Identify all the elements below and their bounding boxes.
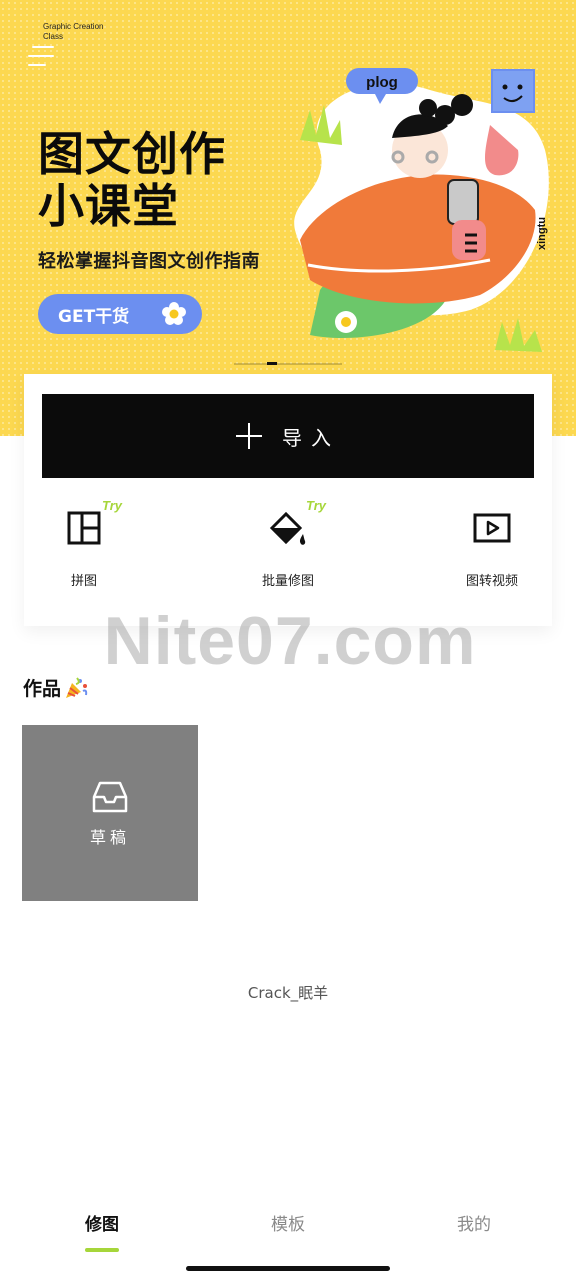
tool-batch-edit-label: 批量修图 <box>261 574 314 589</box>
banner-title-line-1: 图文创作 <box>38 127 226 181</box>
home-indicator <box>186 1266 390 1271</box>
tab-templates[interactable]: 模板 <box>238 1210 338 1235</box>
bottom-tab-bar: 修图 模板 我的 <box>0 1196 576 1256</box>
inbox-icon <box>92 781 128 813</box>
import-button[interactable]: 导入 <box>42 394 534 478</box>
try-badge: Try <box>102 498 122 513</box>
brand-line-2: Class <box>43 32 64 41</box>
draft-label: 草稿 <box>89 828 130 847</box>
menu-icon[interactable] <box>28 46 56 70</box>
works-section-title: 作品 <box>23 674 89 701</box>
flower-icon <box>162 302 186 325</box>
tab-edit[interactable]: 修图 <box>52 1210 152 1235</box>
tool-collage-label: 拼图 <box>70 574 97 589</box>
tool-collage[interactable]: Try 拼图 <box>29 498 139 589</box>
plog-bubble-text: plog <box>366 74 398 91</box>
tool-image-to-video[interactable]: 图转视频 <box>437 508 547 589</box>
promo-banner[interactable]: Graphic Creation Class 图文创作 小课堂 轻松掌握抖音图文… <box>0 0 576 436</box>
tool-batch-edit[interactable]: Try 批量修图 <box>233 498 343 589</box>
banner-title: 图文创作 小课堂 <box>38 128 278 232</box>
banner-cta-button[interactable]: GET干货 <box>38 294 202 334</box>
brand-caption: Graphic Creation Class <box>43 22 133 42</box>
banner-cta-label: GET干货 <box>58 306 130 327</box>
banner-subtitle: 轻松掌握抖音图文创作指南 <box>38 251 260 272</box>
plus-icon <box>236 423 262 449</box>
works-title-text: 作品 <box>23 678 62 700</box>
paint-bucket-icon <box>269 511 306 545</box>
play-video-icon <box>473 513 511 543</box>
brand-line-1: Graphic Creation <box>43 22 104 31</box>
try-badge: Try <box>306 498 326 513</box>
tab-mine[interactable]: 我的 <box>424 1210 524 1235</box>
banner-title-line-2: 小课堂 <box>38 179 179 233</box>
banner-illustration: plog xingtu <box>294 68 549 352</box>
action-card: 导入 Try 拼图 Try 批量修图 图转视频 <box>24 374 552 626</box>
party-popper-icon <box>66 676 88 698</box>
draft-tile[interactable]: 草稿 <box>22 725 198 901</box>
import-label: 导入 <box>282 425 340 450</box>
credit-text: Crack_眠羊 <box>247 984 329 1002</box>
banner-page-indicator <box>234 362 342 365</box>
collage-grid-icon <box>67 511 101 545</box>
side-text: xingtu <box>536 217 548 250</box>
active-tab-indicator <box>85 1248 119 1252</box>
tool-image-to-video-label: 图转视频 <box>465 574 518 589</box>
